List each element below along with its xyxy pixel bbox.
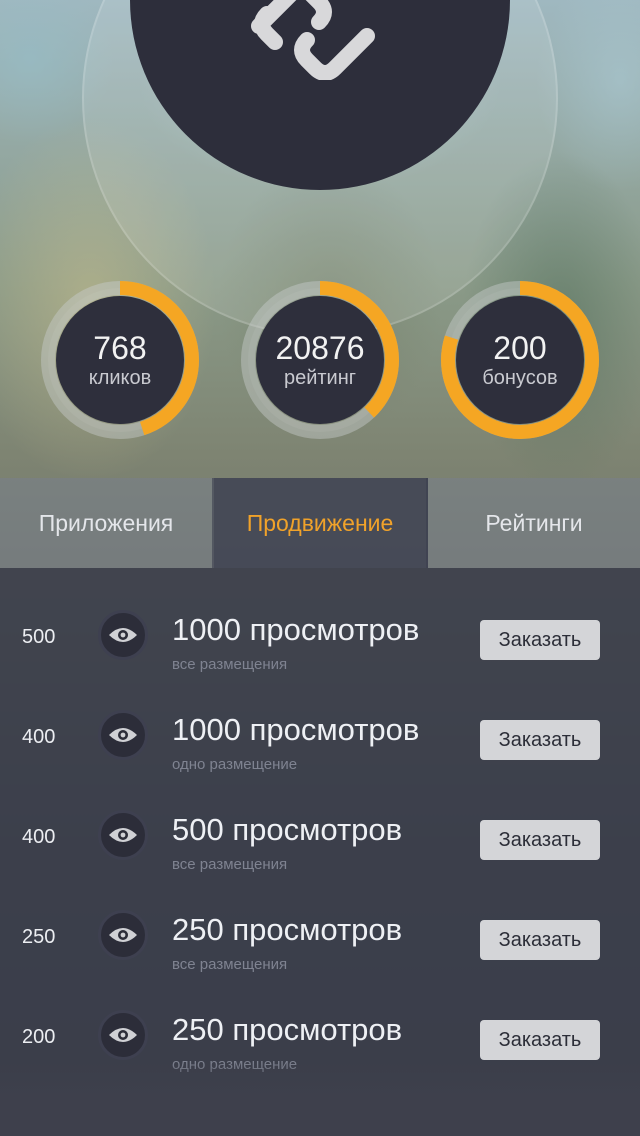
offer-price: 400: [22, 726, 56, 748]
offer-row: 400 1000 просмотров одно размещение Зака…: [0, 668, 640, 773]
offer-row: 500 1000 просмотров все размещения Заказ…: [0, 568, 640, 673]
offer-row: 250 250 просмотров все размещения Заказа…: [0, 868, 640, 973]
chain-link-icon: [245, 0, 385, 81]
stat-label: кликов: [88, 367, 152, 389]
offer-list: 500 1000 просмотров все размещения Заказ…: [0, 568, 640, 1136]
stat-rating: 20876 рейтинг: [240, 280, 400, 440]
bottom-fade: [0, 1060, 640, 1136]
order-button[interactable]: Заказать: [480, 920, 600, 960]
order-button[interactable]: Заказать: [480, 720, 600, 760]
stat-label: бонусов: [482, 367, 558, 389]
offer-row: 400 500 просмотров все размещения Заказа…: [0, 768, 640, 873]
stat-value: 200: [493, 330, 547, 366]
tab-ratings[interactable]: Рейтинги: [428, 478, 640, 568]
offer-price: 200: [22, 1026, 56, 1048]
stat-inner: 768 кликов: [56, 296, 184, 424]
stat-value: 768: [93, 330, 147, 366]
tab-apps[interactable]: Приложения: [0, 478, 214, 568]
eye-icon: [98, 910, 148, 960]
stat-clicks: 768 кликов: [40, 280, 200, 440]
offer-title: 1000 просмотров: [172, 712, 420, 747]
stat-bonuses: 200 бонусов: [440, 280, 600, 440]
stat-inner: 20876 рейтинг: [256, 296, 384, 424]
offer-price: 400: [22, 826, 56, 848]
eye-icon: [98, 1010, 148, 1060]
offer-row: 200 250 просмотров одно размещение Заказ…: [0, 968, 640, 1073]
tab-bar: Приложения Продвижение Рейтинги: [0, 478, 640, 568]
order-button[interactable]: Заказать: [480, 1020, 600, 1060]
offer-title: 1000 просмотров: [172, 612, 420, 647]
order-button[interactable]: Заказать: [480, 620, 600, 660]
offer-title: 250 просмотров: [172, 1012, 403, 1047]
offer-price: 500: [22, 626, 56, 648]
eye-icon: [98, 610, 148, 660]
order-button[interactable]: Заказать: [480, 820, 600, 860]
offer-title: 500 просмотров: [172, 812, 403, 847]
offer-price: 250: [22, 926, 56, 948]
stat-value: 20876: [275, 330, 365, 366]
eye-icon: [98, 810, 148, 860]
stat-label: рейтинг: [283, 367, 357, 389]
eye-icon: [98, 710, 148, 760]
stat-inner: 200 бонусов: [456, 296, 584, 424]
tab-promotion[interactable]: Продвижение: [214, 478, 428, 568]
offer-title: 250 просмотров: [172, 912, 403, 947]
